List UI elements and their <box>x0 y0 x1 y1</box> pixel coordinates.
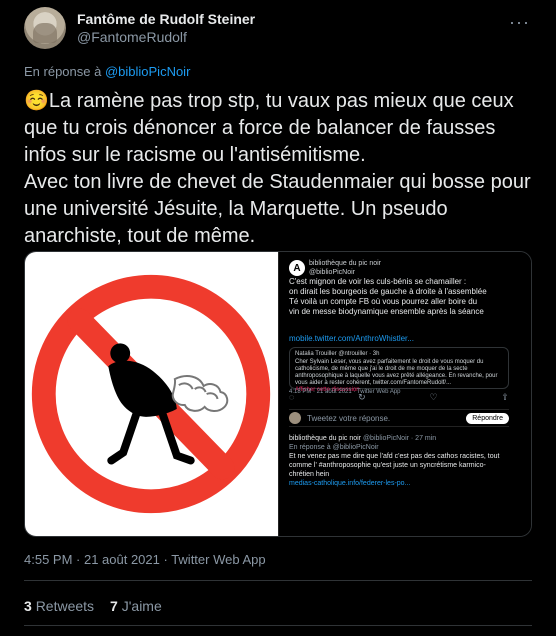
retweets-count[interactable]: 3 Retweets <box>24 598 94 614</box>
second-embedded-tweet: bibliothèque du pic noir @biblioPicNoir … <box>289 434 509 488</box>
tweet-header: Fantôme de Rudolf Steiner @FantomeRudolf… <box>24 6 532 50</box>
share-icon: ⇪ <box>501 392 509 402</box>
avatar[interactable] <box>24 7 66 49</box>
embed-author: bibliothèque du pic noir @biblioPicNoir <box>309 260 381 276</box>
reply-context: En réponse à @biblioPicNoir <box>24 64 190 79</box>
embedded-tweet: A bibliothèque du pic noir @biblioPicNoi… <box>289 252 521 536</box>
tweet-body: La ramène pas trop stp, tu vaux pas mieu… <box>24 90 531 247</box>
reply-placeholder[interactable]: Tweetez votre réponse. <box>307 414 390 423</box>
embedded-screenshot[interactable]: A bibliothèque du pic noir @biblioPicNoi… <box>278 252 531 536</box>
like-icon: ♡ <box>429 392 438 402</box>
media-panel[interactable]: A bibliothèque du pic noir @biblioPicNoi… <box>24 251 532 537</box>
display-name[interactable]: Fantôme de Rudolf Steiner <box>77 10 255 28</box>
tweet-text: ☺️La ramène pas trop stp, tu vaux pas mi… <box>24 88 532 250</box>
second-author: bibliothèque du pic noir @biblioPicNoir … <box>289 435 437 442</box>
reply-button[interactable]: Répondre <box>466 412 509 424</box>
tweet-card: Fantôme de Rudolf Steiner @FantomeRudolf… <box>0 0 556 636</box>
more-options-icon[interactable]: ··· <box>509 12 530 33</box>
reply-icon: ◌ <box>289 392 295 402</box>
tweet-time: 4:55 PM · 21 août 2021 · Twitter Web App <box>24 552 266 567</box>
handle[interactable]: @FantomeRudolf <box>77 28 255 46</box>
second-link[interactable]: medias-catholique.info/federer-les-po... <box>289 479 509 488</box>
likes-count[interactable]: 7 J'aime <box>110 598 162 614</box>
second-reply-context: En réponse à @biblioPicNoir <box>289 444 379 451</box>
tweet-stats: 3 Retweets 7 J'aime <box>24 598 162 614</box>
reply-to-link[interactable]: @biblioPicNoir <box>105 64 190 79</box>
author-info: Fantôme de Rudolf Steiner @FantomeRudolf <box>77 10 255 46</box>
reply-prefix: En réponse à <box>24 64 105 79</box>
embed-link[interactable]: mobile.twitter.com/AnthroWhistler... <box>289 334 414 343</box>
quoted-tweet: Natalia Trouiller @ntrouiller · 3h Cher … <box>289 347 509 393</box>
anarchy-icon: A <box>289 260 305 276</box>
embed-text: C'est mignon de voir les culs-bénis se c… <box>289 277 487 316</box>
reply-box: Tweetez votre réponse. Répondre <box>289 409 509 427</box>
second-text: Et ne venez pas me dire que l'afd c'est … <box>289 453 500 478</box>
embed-actions: ◌ ↻ ♡ ⇪ <box>289 392 509 403</box>
reply-avatar <box>289 412 301 424</box>
quote-head: Natalia Trouiller @ntrouiller · 3h <box>295 351 380 357</box>
retweet-icon: ↻ <box>358 392 366 402</box>
divider-bottom <box>24 625 532 626</box>
no-farting-sign <box>31 274 271 514</box>
quote-body: Cher Sylvain Leser, vous avez parfaiteme… <box>295 359 498 386</box>
emoji-icon: ☺️ <box>24 90 49 112</box>
prohibition-image[interactable] <box>25 252 278 536</box>
divider-top <box>24 580 532 581</box>
